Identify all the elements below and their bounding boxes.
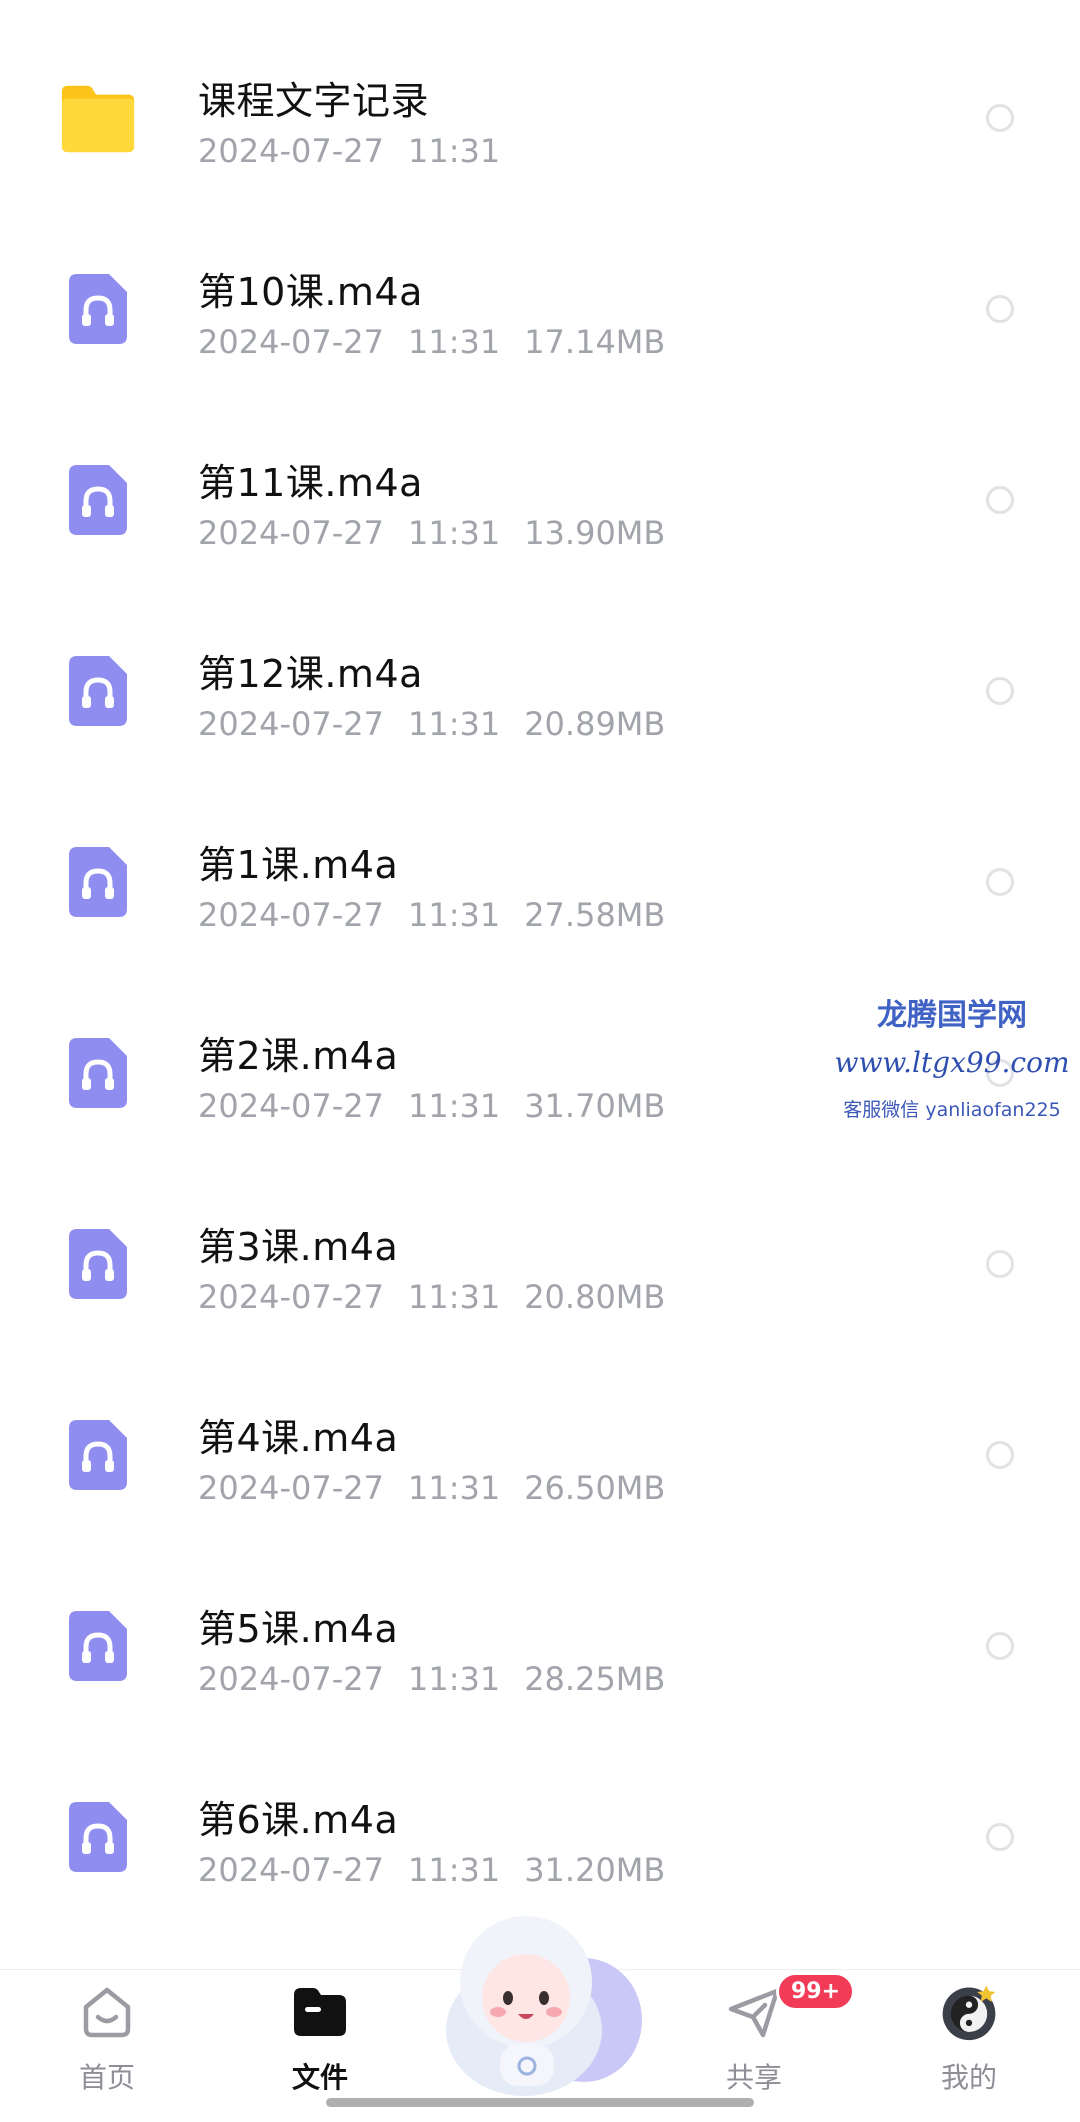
file-meta: 2024-07-27 11:31 27.58MB	[198, 896, 689, 934]
tab-home[interactable]: 首页	[27, 1982, 187, 2112]
share-badge: 99+	[776, 1972, 856, 2011]
file-name: 第6课.m4a	[198, 1798, 399, 1842]
file-row-audio[interactable]: 第4课.m4a 2024-07-27 11:31 26.50MB	[0, 1359, 1080, 1550]
tab-label: 我的	[940, 2061, 997, 2094]
file-name: 第1课.m4a	[198, 843, 399, 887]
file-meta: 2024-07-27 11:31 28.25MB	[198, 1660, 689, 1698]
audio-file-icon	[58, 1606, 138, 1686]
file-date: 2024-07-27	[198, 1660, 384, 1698]
select-radio[interactable]	[986, 676, 1014, 705]
tab-label: 首页	[78, 2061, 135, 2094]
file-time: 11:31	[407, 132, 501, 170]
watermark-url: www.ltgx99.com	[834, 1046, 1070, 1079]
file-name: 第5课.m4a	[198, 1607, 399, 1651]
file-row-audio[interactable]: 第3课.m4a 2024-07-27 11:31 20.80MB	[0, 1168, 1080, 1359]
file-date: 2024-07-27	[198, 1851, 384, 1889]
file-meta: 2024-07-27 11:31 31.20MB	[198, 1851, 689, 1889]
file-date: 2024-07-27	[198, 1278, 384, 1316]
file-date: 2024-07-27	[198, 323, 384, 361]
select-radio[interactable]	[986, 867, 1014, 896]
file-meta: 2024-07-27 11:31 31.70MB	[198, 1087, 689, 1125]
tab-label: 共享	[725, 2061, 782, 2094]
file-meta: 2024-07-27 11:31 20.89MB	[198, 705, 689, 743]
home-indicator	[326, 2098, 754, 2107]
yin-yang-avatar-icon	[939, 1982, 999, 2042]
file-time: 11:31	[407, 1851, 501, 1889]
audio-file-icon	[58, 1224, 138, 1304]
file-row-audio[interactable]: 第6课.m4a 2024-07-27 11:31 31.20MB	[0, 1741, 1080, 1932]
file-meta: 2024-07-27 11:31	[198, 132, 524, 170]
file-name: 第12课.m4a	[198, 652, 423, 696]
file-time: 11:31	[407, 323, 501, 361]
audio-file-icon	[58, 1797, 138, 1877]
file-size: 31.20MB	[524, 1851, 666, 1889]
file-date: 2024-07-27	[198, 1469, 384, 1507]
folder-icon	[58, 78, 138, 158]
file-row-audio[interactable]: 第1课.m4a 2024-07-27 11:31 27.58MB	[0, 786, 1080, 977]
file-date: 2024-07-27	[198, 514, 384, 552]
tab-files[interactable]: 文件	[240, 1982, 400, 2112]
select-radio[interactable]	[986, 1631, 1014, 1660]
audio-file-icon	[58, 1033, 138, 1113]
file-size: 20.80MB	[524, 1278, 666, 1316]
file-name: 第11课.m4a	[198, 461, 423, 505]
file-meta: 2024-07-27 11:31 26.50MB	[198, 1469, 689, 1507]
file-meta: 2024-07-27 11:31 17.14MB	[198, 323, 689, 361]
file-time: 11:31	[407, 1469, 501, 1507]
file-size: 17.14MB	[524, 323, 666, 361]
audio-file-icon	[58, 1415, 138, 1495]
file-meta: 2024-07-27 11:31 20.80MB	[198, 1278, 689, 1316]
file-row-audio[interactable]: 第10课.m4a 2024-07-27 11:31 17.14MB	[0, 213, 1080, 404]
audio-file-icon	[58, 460, 138, 540]
audio-file-icon	[58, 269, 138, 349]
file-meta: 2024-07-27 11:31 13.90MB	[198, 514, 689, 552]
file-row-folder[interactable]: 课程文字记录 2024-07-27 11:31	[0, 22, 1080, 213]
file-date: 2024-07-27	[198, 896, 384, 934]
file-size: 28.25MB	[524, 1660, 666, 1698]
file-row-audio[interactable]: 第11课.m4a 2024-07-27 11:31 13.90MB	[0, 404, 1080, 595]
file-date: 2024-07-27	[198, 705, 384, 743]
file-row-audio[interactable]: 第12课.m4a 2024-07-27 11:31 20.89MB	[0, 595, 1080, 786]
select-radio[interactable]	[986, 1822, 1014, 1851]
file-size: 27.58MB	[524, 896, 666, 934]
file-name: 第2课.m4a	[198, 1034, 399, 1078]
file-size: 13.90MB	[524, 514, 666, 552]
files-icon	[290, 1982, 350, 2042]
tab-label: 文件	[291, 2061, 348, 2094]
select-radio[interactable]	[986, 485, 1014, 514]
mascot-center-button[interactable]	[434, 1910, 644, 2100]
file-name: 第10课.m4a	[198, 270, 423, 314]
file-name: 课程文字记录	[198, 79, 430, 123]
tab-me[interactable]: 我的	[889, 1982, 1049, 2112]
file-row-audio[interactable]: 第5课.m4a 2024-07-27 11:31 28.25MB	[0, 1550, 1080, 1741]
select-radio[interactable]	[986, 294, 1014, 323]
file-time: 11:31	[407, 1278, 501, 1316]
file-date: 2024-07-27	[198, 1087, 384, 1125]
watermark-title: 龙腾国学网	[877, 998, 1027, 1033]
audio-file-icon	[58, 651, 138, 731]
file-size: 26.50MB	[524, 1469, 666, 1507]
send-icon	[724, 1982, 784, 2042]
file-time: 11:31	[407, 705, 501, 743]
audio-file-icon	[58, 842, 138, 922]
home-icon	[77, 1982, 137, 2042]
file-date: 2024-07-27	[198, 132, 384, 170]
watermark-contact: 客服微信 yanliaofan225	[843, 1099, 1061, 1121]
file-time: 11:31	[407, 514, 501, 552]
file-time: 11:31	[407, 1660, 501, 1698]
file-name: 第3课.m4a	[198, 1225, 399, 1269]
file-size: 20.89MB	[524, 705, 666, 743]
file-time: 11:31	[407, 896, 501, 934]
select-radio[interactable]	[986, 1440, 1014, 1469]
file-time: 11:31	[407, 1087, 501, 1125]
file-name: 第4课.m4a	[198, 1416, 399, 1460]
watermark: 龙腾国学网 www.ltgx99.com 客服微信 yanliaofan225	[832, 990, 1072, 1122]
file-size: 31.70MB	[524, 1087, 666, 1125]
select-radio[interactable]	[986, 103, 1014, 132]
select-radio[interactable]	[986, 1249, 1014, 1278]
